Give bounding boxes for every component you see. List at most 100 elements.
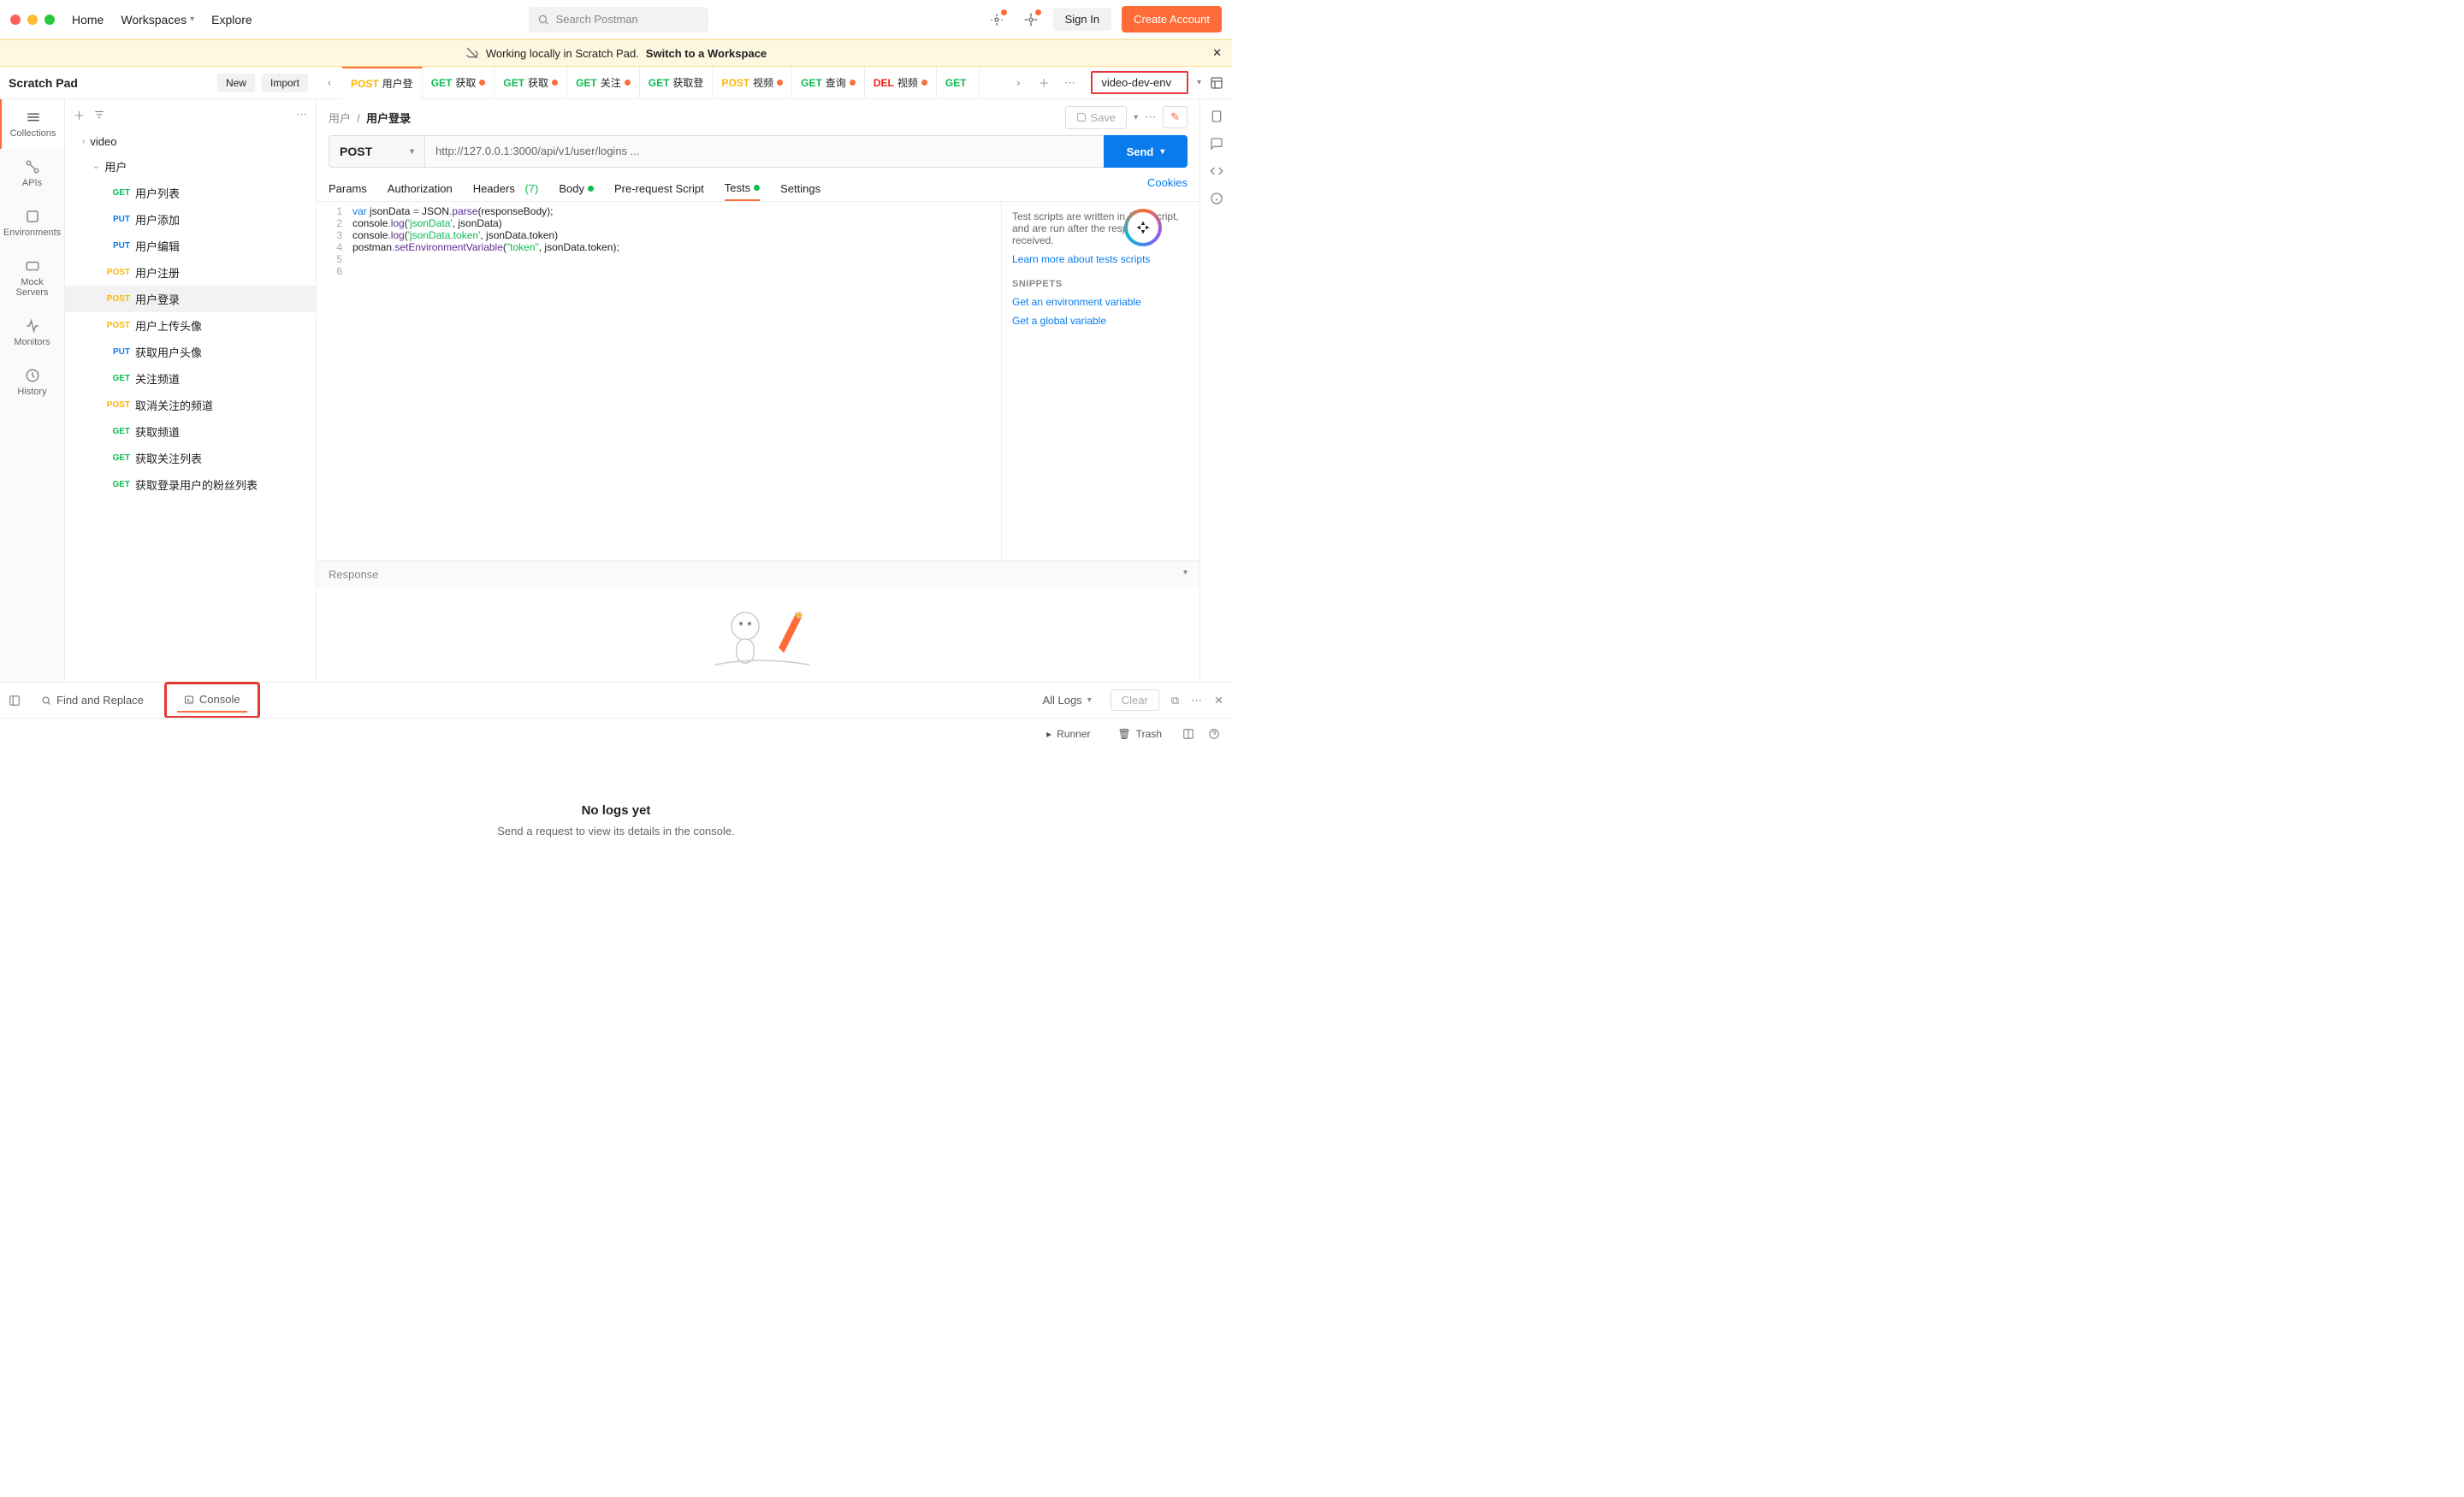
clear-button[interactable]: Clear	[1111, 689, 1159, 711]
new-button[interactable]: New	[217, 74, 255, 92]
tab-tests[interactable]: Tests	[725, 176, 760, 201]
request-tab[interactable]: GET获取	[423, 67, 495, 99]
request-item[interactable]: PUT获取用户头像	[65, 339, 316, 365]
console-more-icon[interactable]: ⋯	[1191, 694, 1202, 707]
request-tab[interactable]: DEL视频	[865, 67, 937, 99]
sync-icon[interactable]	[985, 8, 1009, 32]
trash-button[interactable]: 🗑 Trash	[1111, 723, 1169, 745]
snippet-get-env[interactable]: Get an environment variable	[1012, 296, 1189, 308]
help-icon[interactable]	[1208, 728, 1220, 740]
request-item[interactable]: GET获取关注列表	[65, 445, 316, 471]
nav-explore[interactable]: Explore	[211, 13, 252, 27]
save-dropdown[interactable]: ▾	[1134, 113, 1138, 122]
import-button[interactable]: Import	[262, 74, 308, 92]
rail-collections[interactable]: Collections	[0, 99, 64, 149]
env-chevron-icon[interactable]: ▾	[1197, 78, 1201, 87]
tests-editor[interactable]: 1var jsonData = JSON.parse(responseBody)…	[317, 202, 1001, 560]
breadcrumb: 用户 / 用户登录	[329, 109, 1058, 126]
tabs-prev[interactable]: ‹	[317, 76, 342, 89]
docs-icon[interactable]	[1210, 109, 1223, 123]
close-console-icon[interactable]: ✕	[1214, 694, 1223, 707]
close-banner-icon[interactable]: ✕	[1212, 46, 1222, 60]
request-item[interactable]: PUT用户编辑	[65, 233, 316, 259]
env-quicklook-icon[interactable]	[1210, 76, 1223, 90]
edit-icon[interactable]: ✎	[1163, 106, 1188, 128]
banner-text: Working locally in Scratch Pad.	[486, 47, 639, 60]
rail-monitors[interactable]: Monitors	[0, 308, 64, 358]
code-icon[interactable]	[1210, 164, 1223, 178]
snippet-get-global[interactable]: Get a global variable	[1012, 315, 1189, 327]
sidebar-more-icon[interactable]: ⋯	[296, 108, 307, 121]
tab-settings[interactable]: Settings	[780, 176, 820, 201]
response-collapse-icon[interactable]: ▾	[1183, 568, 1188, 581]
search-input[interactable]: Search Postman	[529, 7, 708, 33]
add-collection-icon[interactable]: ＋	[74, 107, 85, 123]
tab-params[interactable]: Params	[329, 176, 367, 201]
copy-icon[interactable]: ⧉	[1171, 694, 1179, 707]
request-more-icon[interactable]: ⋯	[1145, 110, 1156, 124]
request-item[interactable]: GET获取登录用户的粉丝列表	[65, 471, 316, 498]
tab-headers[interactable]: Headers (7)	[473, 176, 539, 201]
filter-icon[interactable]	[93, 109, 105, 121]
url-input[interactable]: http://127.0.0.1:3000/api/v1/user/logins…	[424, 135, 1104, 168]
footer-bar: Find and Replace Console All Logs ▾ Clea…	[0, 682, 1232, 718]
request-tab[interactable]: GET获取	[495, 67, 567, 99]
minimize-window[interactable]	[27, 15, 38, 25]
request-item[interactable]: POST用户登录	[65, 286, 316, 312]
signin-button[interactable]: Sign In	[1053, 8, 1111, 31]
close-window[interactable]	[10, 15, 21, 25]
method-selector[interactable]: POST▾	[329, 135, 424, 168]
request-tab[interactable]: POST用户登	[342, 67, 423, 99]
nav-home[interactable]: Home	[72, 13, 104, 27]
workspace-row: Scratch Pad New Import ‹ POST用户登GET获取GET…	[0, 67, 1232, 99]
request-item[interactable]: GET关注频道	[65, 365, 316, 392]
request-item[interactable]: GET获取频道	[65, 418, 316, 445]
runner-button[interactable]: ▸ Runner	[1040, 723, 1097, 745]
tab-body[interactable]: Body	[559, 176, 594, 201]
request-item[interactable]: POST用户上传头像	[65, 312, 316, 339]
panel-icon[interactable]	[9, 695, 21, 707]
all-logs-filter[interactable]: All Logs ▾	[1035, 689, 1098, 712]
settings-icon[interactable]	[1019, 8, 1043, 32]
collection-root[interactable]: ›video	[65, 130, 316, 153]
workspace-title: Scratch Pad	[9, 76, 210, 90]
create-account-button[interactable]: Create Account	[1122, 6, 1222, 33]
bootcamp-orb[interactable]	[1124, 209, 1162, 246]
two-pane-icon[interactable]	[1182, 728, 1194, 740]
nav-workspaces[interactable]: Workspaces ▾	[121, 13, 194, 27]
folder-user[interactable]: ⌄用户	[65, 153, 316, 180]
environment-selector[interactable]: video-dev-env	[1091, 71, 1188, 94]
topbar: Home Workspaces ▾ Explore Search Postman…	[0, 0, 1232, 39]
find-replace-button[interactable]: Find and Replace	[34, 689, 151, 712]
collection-tree: ›video ⌄用户 GET用户列表PUT用户添加PUT用户编辑POST用户注册…	[65, 130, 316, 682]
response-label: Response	[329, 568, 379, 581]
rail-history[interactable]: History	[0, 358, 64, 407]
request-item[interactable]: GET用户列表	[65, 180, 316, 206]
request-tab[interactable]: GET关注	[567, 67, 640, 99]
tab-prerequest[interactable]: Pre-request Script	[614, 176, 704, 201]
maximize-window[interactable]	[44, 15, 55, 25]
comments-icon[interactable]	[1210, 137, 1223, 151]
request-tab[interactable]: GET	[937, 67, 980, 99]
request-tab[interactable]: POST视频	[713, 67, 792, 99]
learn-more-link[interactable]: Learn more about tests scripts	[1012, 253, 1189, 265]
info-icon[interactable]	[1210, 192, 1223, 205]
left-rail: Collections APIs Environments Mock Serve…	[0, 99, 65, 682]
request-tab[interactable]: GET查询	[792, 67, 865, 99]
send-button[interactable]: Send▾	[1104, 135, 1188, 168]
new-tab-button[interactable]: ＋	[1031, 74, 1057, 91]
request-tab[interactable]: GET获取登	[640, 67, 714, 99]
request-item[interactable]: POST用户注册	[65, 259, 316, 286]
switch-workspace-link[interactable]: Switch to a Workspace	[646, 47, 767, 60]
cookies-link[interactable]: Cookies	[1147, 176, 1188, 201]
tabs-more[interactable]: ⋯	[1057, 76, 1082, 90]
rail-mock-servers[interactable]: Mock Servers	[0, 248, 64, 308]
console-button[interactable]: Console	[177, 688, 247, 713]
request-item[interactable]: PUT用户添加	[65, 206, 316, 233]
tab-authorization[interactable]: Authorization	[388, 176, 453, 201]
tabs-next[interactable]: ›	[1005, 76, 1031, 89]
request-item[interactable]: POST取消关注的频道	[65, 392, 316, 418]
rail-environments[interactable]: Environments	[0, 198, 64, 248]
save-button[interactable]: Save	[1065, 106, 1127, 129]
rail-apis[interactable]: APIs	[0, 149, 64, 198]
